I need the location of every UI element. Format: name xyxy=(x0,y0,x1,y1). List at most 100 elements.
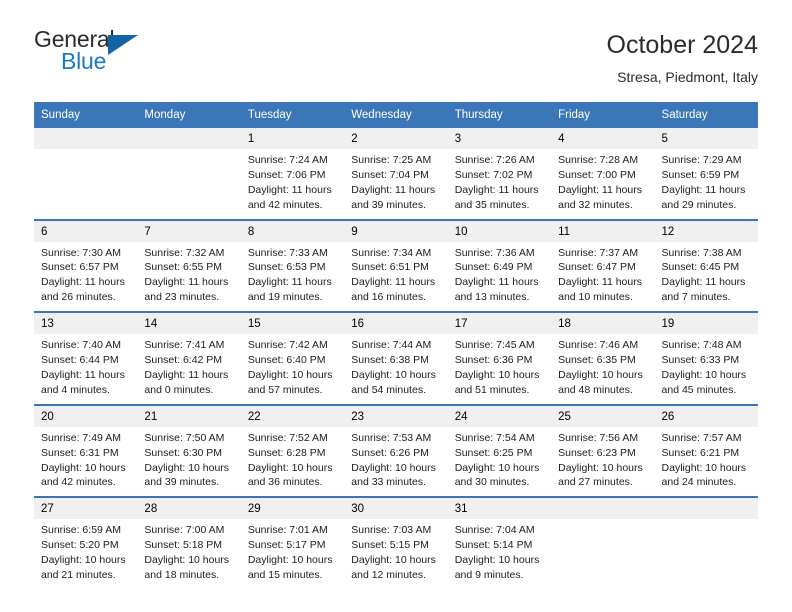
calendar-day-cell[interactable]: 7 Sunrise: 7:32 AM Sunset: 6:55 PM Daylight… xyxy=(137,220,241,312)
sunrise-text: Sunrise: 7:54 AM xyxy=(454,431,535,444)
daylight-text: Daylight: 10 hours and 48 minutes. xyxy=(558,368,643,396)
calendar-day-cell[interactable]: 31 Sunrise: 7:04 AM Sunset: 5:14 PM Dayligh… xyxy=(447,498,552,590)
calendar-day-cell[interactable]: 11 Sunrise: 7:37 AM Sunset: 6:47 PM Dayligh… xyxy=(551,220,655,312)
day-number: 11 xyxy=(551,220,655,242)
calendar-day-cell[interactable]: 24 Sunrise: 7:54 AM Sunset: 6:25 PM Dayligh… xyxy=(447,405,552,497)
sunrise-text: Sunrise: 7:44 AM xyxy=(351,339,432,352)
calendar-cell-empty xyxy=(34,127,138,219)
day-sun-info: Sunrise: 7:03 AM Sunset: 5:15 PM Daylight:… xyxy=(344,519,447,589)
day-sun-info xyxy=(137,149,240,219)
sunset-text: Sunset: 6:33 PM xyxy=(661,354,740,367)
sunrise-text: Sunrise: 6:59 AM xyxy=(41,524,121,537)
day-number: 23 xyxy=(344,405,448,427)
brand-logo[interactable]: General Blue xyxy=(34,28,154,80)
daylight-text: Daylight: 11 hours and 19 minutes. xyxy=(247,276,332,304)
calendar-day-cell[interactable]: 17 Sunrise: 7:45 AM Sunset: 6:36 PM Dayligh… xyxy=(447,313,552,404)
calendar-day-cell[interactable]: 26 Sunrise: 7:57 AM Sunset: 6:21 PM Dayligh… xyxy=(654,405,758,497)
day-number: 13 xyxy=(34,313,138,335)
day-number: 22 xyxy=(240,405,345,427)
day-sun-info: Sunrise: 7:26 AM Sunset: 7:02 PM Daylight:… xyxy=(448,149,551,219)
day-number: 5 xyxy=(654,127,758,149)
weekday-header-thursday: Thursday xyxy=(454,108,503,121)
page-header: General Blue October 2024 Stresa, Piedmo… xyxy=(0,0,792,86)
weekday-header-saturday: Saturday xyxy=(661,108,708,121)
calendar-day-cell[interactable]: 12 Sunrise: 7:38 AM Sunset: 6:45 PM Dayligh… xyxy=(654,220,758,312)
day-number xyxy=(137,127,241,149)
calendar-day-cell[interactable]: 9 Sunrise: 7:34 AM Sunset: 6:51 PM Daylight… xyxy=(344,220,448,312)
sunset-text: Sunset: 6:35 PM xyxy=(558,354,636,367)
day-sun-info: Sunrise: 7:49 AM Sunset: 6:31 PM Daylight:… xyxy=(34,427,137,497)
calendar-day-cell[interactable]: 14 Sunrise: 7:41 AM Sunset: 6:42 PM Dayligh… xyxy=(137,313,241,404)
sunrise-text: Sunrise: 7:41 AM xyxy=(144,339,225,352)
daylight-text: Daylight: 10 hours and 51 minutes. xyxy=(454,368,540,396)
day-sun-info: Sunrise: 7:46 AM Sunset: 6:35 PM Daylight:… xyxy=(551,334,654,404)
calendar-cell-empty xyxy=(654,498,758,590)
daylight-text: Daylight: 10 hours and 30 minutes. xyxy=(454,461,540,489)
daylight-text: Daylight: 10 hours and 12 minutes. xyxy=(351,554,436,582)
sunrise-text: Sunrise: 7:30 AM xyxy=(41,246,121,259)
title-block: October 2024 Stresa, Piedmont, Italy xyxy=(607,28,759,86)
day-number: 9 xyxy=(344,220,448,242)
daylight-text: Daylight: 10 hours and 18 minutes. xyxy=(144,554,230,582)
calendar-day-cell[interactable]: 2 Sunrise: 7:25 AM Sunset: 7:04 PM Daylight… xyxy=(344,127,448,219)
calendar-day-cell[interactable]: 10 Sunrise: 7:36 AM Sunset: 6:49 PM Dayligh… xyxy=(447,220,552,312)
sunrise-text: Sunrise: 7:42 AM xyxy=(247,339,328,352)
sunset-text: Sunset: 6:21 PM xyxy=(661,446,740,459)
calendar-day-cell[interactable]: 6 Sunrise: 7:30 AM Sunset: 6:57 PM Daylight… xyxy=(34,220,138,312)
calendar-day-cell[interactable]: 13 Sunrise: 7:40 AM Sunset: 6:44 PM Dayligh… xyxy=(34,313,138,404)
calendar-day-cell[interactable]: 15 Sunrise: 7:42 AM Sunset: 6:40 PM Dayligh… xyxy=(240,313,345,404)
daylight-text: Daylight: 11 hours and 39 minutes. xyxy=(351,183,436,211)
day-sun-info: Sunrise: 7:24 AM Sunset: 7:06 PM Daylight:… xyxy=(241,149,344,219)
day-number xyxy=(34,127,138,149)
calendar-day-cell[interactable]: 20 Sunrise: 7:49 AM Sunset: 6:31 PM Dayligh… xyxy=(34,405,138,497)
weekday-header-friday: Friday xyxy=(558,108,591,121)
calendar-day-cell[interactable]: 4 Sunrise: 7:28 AM Sunset: 7:00 PM Daylight… xyxy=(551,127,655,219)
sunset-text: Sunset: 6:42 PM xyxy=(144,354,223,367)
calendar-cell-empty xyxy=(551,498,655,590)
sunrise-text: Sunrise: 7:03 AM xyxy=(351,524,432,537)
day-sun-info: Sunrise: 7:45 AM Sunset: 6:36 PM Daylight:… xyxy=(448,334,551,404)
sunrise-text: Sunrise: 7:00 AM xyxy=(144,524,225,537)
calendar-day-cell[interactable]: 29 Sunrise: 7:01 AM Sunset: 5:17 PM Dayligh… xyxy=(240,498,345,590)
day-sun-info: Sunrise: 7:41 AM Sunset: 6:42 PM Daylight:… xyxy=(137,334,240,404)
calendar-day-cell[interactable]: 21 Sunrise: 7:50 AM Sunset: 6:30 PM Dayligh… xyxy=(137,405,241,497)
day-sun-info: Sunrise: 7:48 AM Sunset: 6:33 PM Daylight:… xyxy=(655,334,758,404)
calendar-grid: Sunday Monday Tuesday Wednesday Thursday… xyxy=(34,101,758,590)
day-sun-info: Sunrise: 7:28 AM Sunset: 7:00 PM Daylight:… xyxy=(551,149,654,219)
sunset-text: Sunset: 6:47 PM xyxy=(558,261,636,274)
day-number: 16 xyxy=(344,313,448,335)
calendar-day-cell[interactable]: 5 Sunrise: 7:29 AM Sunset: 6:59 PM Daylight… xyxy=(654,127,758,219)
daylight-text: Daylight: 10 hours and 39 minutes. xyxy=(144,461,230,489)
day-sun-info: Sunrise: 7:42 AM Sunset: 6:40 PM Daylight:… xyxy=(241,334,344,404)
calendar-day-cell[interactable]: 23 Sunrise: 7:53 AM Sunset: 6:26 PM Dayligh… xyxy=(344,405,448,497)
sunset-text: Sunset: 7:02 PM xyxy=(454,168,533,181)
sunset-text: Sunset: 6:31 PM xyxy=(41,446,119,459)
day-sun-info: Sunrise: 7:29 AM Sunset: 6:59 PM Daylight:… xyxy=(655,149,758,219)
calendar-day-cell[interactable]: 19 Sunrise: 7:48 AM Sunset: 6:33 PM Dayligh… xyxy=(654,313,758,404)
sunrise-text: Sunrise: 7:28 AM xyxy=(558,153,639,166)
calendar-day-cell[interactable]: 18 Sunrise: 7:46 AM Sunset: 6:35 PM Dayligh… xyxy=(551,313,655,404)
calendar-day-cell[interactable]: 16 Sunrise: 7:44 AM Sunset: 6:38 PM Dayligh… xyxy=(344,313,448,404)
day-number: 1 xyxy=(240,127,345,149)
daylight-text: Daylight: 10 hours and 9 minutes. xyxy=(454,554,540,582)
calendar-day-cell[interactable]: 1 Sunrise: 7:24 AM Sunset: 7:06 PM Daylight… xyxy=(240,127,345,219)
day-number: 14 xyxy=(137,313,241,335)
calendar-day-cell[interactable]: 8 Sunrise: 7:33 AM Sunset: 6:53 PM Daylight… xyxy=(240,220,345,312)
day-number: 17 xyxy=(447,313,552,335)
calendar-day-cell[interactable]: 3 Sunrise: 7:26 AM Sunset: 7:02 PM Daylight… xyxy=(447,127,552,219)
day-sun-info: Sunrise: 7:30 AM Sunset: 6:57 PM Daylight:… xyxy=(34,242,137,312)
calendar-day-cell[interactable]: 25 Sunrise: 7:56 AM Sunset: 6:23 PM Dayligh… xyxy=(551,405,655,497)
logo-text-blue: Blue xyxy=(61,48,107,74)
day-number: 28 xyxy=(137,498,241,520)
calendar-day-cell[interactable]: 27 Sunrise: 6:59 AM Sunset: 5:20 PM Dayligh… xyxy=(34,498,138,590)
sunrise-text: Sunrise: 7:57 AM xyxy=(661,431,742,444)
sunset-text: Sunset: 6:45 PM xyxy=(661,261,740,274)
sunrise-text: Sunrise: 7:53 AM xyxy=(351,431,432,444)
calendar-day-cell[interactable]: 30 Sunrise: 7:03 AM Sunset: 5:15 PM Dayligh… xyxy=(344,498,448,590)
calendar-day-cell[interactable]: 22 Sunrise: 7:52 AM Sunset: 6:28 PM Dayligh… xyxy=(240,405,345,497)
calendar-day-cell[interactable]: 28 Sunrise: 7:00 AM Sunset: 5:18 PM Dayligh… xyxy=(137,498,241,590)
daylight-text: Daylight: 10 hours and 15 minutes. xyxy=(247,554,333,582)
daylight-text: Daylight: 11 hours and 4 minutes. xyxy=(41,368,125,396)
calendar-week-row: 13 Sunrise: 7:40 AM Sunset: 6:44 PM Dayligh… xyxy=(34,313,758,406)
day-number: 2 xyxy=(344,127,448,149)
